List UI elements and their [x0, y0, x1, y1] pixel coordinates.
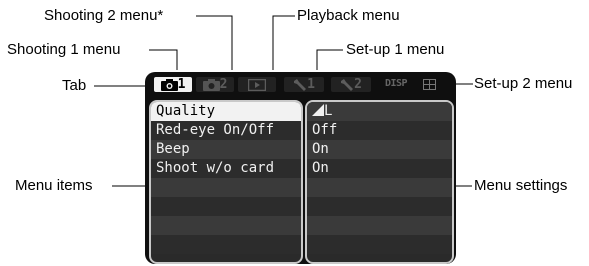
callout-setup2: Set-up 2 menu [474, 75, 573, 92]
menu-item-shoot-without-card[interactable]: Shoot w/o card [151, 159, 301, 178]
wrench-icon [341, 78, 354, 91]
setting-quality[interactable]: L [307, 102, 452, 121]
menu-items-panel: Quality Red-eye On/Off Beep Shoot w/o ca… [149, 100, 303, 264]
setting-empty [307, 197, 452, 216]
menu-item-empty [151, 216, 301, 235]
callout-setup1: Set-up 1 menu [346, 41, 445, 58]
callout-shooting1: Shooting 1 menu [7, 41, 121, 58]
callout-menu-settings: Menu settings [474, 177, 568, 194]
setting-quality-value: L [324, 103, 333, 119]
camera-icon [202, 78, 220, 91]
setting-shoot-without-card[interactable]: On [307, 159, 452, 178]
setting-empty [307, 216, 452, 235]
tab-setup-1-number: 1 [307, 77, 315, 92]
wrench-icon [294, 78, 307, 91]
tab-setup-2-number: 2 [354, 77, 362, 92]
callout-shooting2: Shooting 2 menu* [44, 7, 164, 24]
fine-quality-icon [312, 104, 324, 116]
menu-item-beep[interactable]: Beep [151, 140, 301, 159]
callout-tab: Tab [62, 77, 87, 94]
tab-shooting-1-number: 1 [177, 77, 186, 92]
tab-setup-2[interactable]: 2 [331, 77, 371, 92]
camera-icon [160, 78, 178, 91]
tab-setup-1[interactable]: 1 [284, 77, 324, 92]
tab-shooting-2[interactable]: 2 [196, 77, 234, 92]
disp-button-indicator: DISP [385, 78, 408, 89]
menu-item-empty [151, 197, 301, 216]
grid-icon [423, 79, 436, 90]
menu-item-quality[interactable]: Quality [151, 102, 301, 121]
menu-item-empty [151, 235, 301, 254]
menu-item-empty [151, 178, 301, 197]
menu-item-red-eye[interactable]: Red-eye On/Off [151, 121, 301, 140]
menu-settings-panel: L Off On On [305, 100, 454, 264]
callout-playback: Playback menu [297, 7, 400, 24]
tab-shooting-1[interactable]: 1 [154, 77, 192, 92]
tab-shooting-2-number: 2 [219, 77, 228, 92]
callout-menu-items: Menu items [15, 177, 93, 194]
setting-beep[interactable]: On [307, 140, 452, 159]
playback-icon [248, 78, 266, 91]
tab-playback[interactable] [238, 77, 276, 92]
camera-lcd-screen: 1 2 1 2 DISP Quality Red-eye On/Off Beep… [145, 72, 456, 264]
setting-red-eye[interactable]: Off [307, 121, 452, 140]
setting-empty [307, 235, 452, 254]
setting-empty [307, 178, 452, 197]
